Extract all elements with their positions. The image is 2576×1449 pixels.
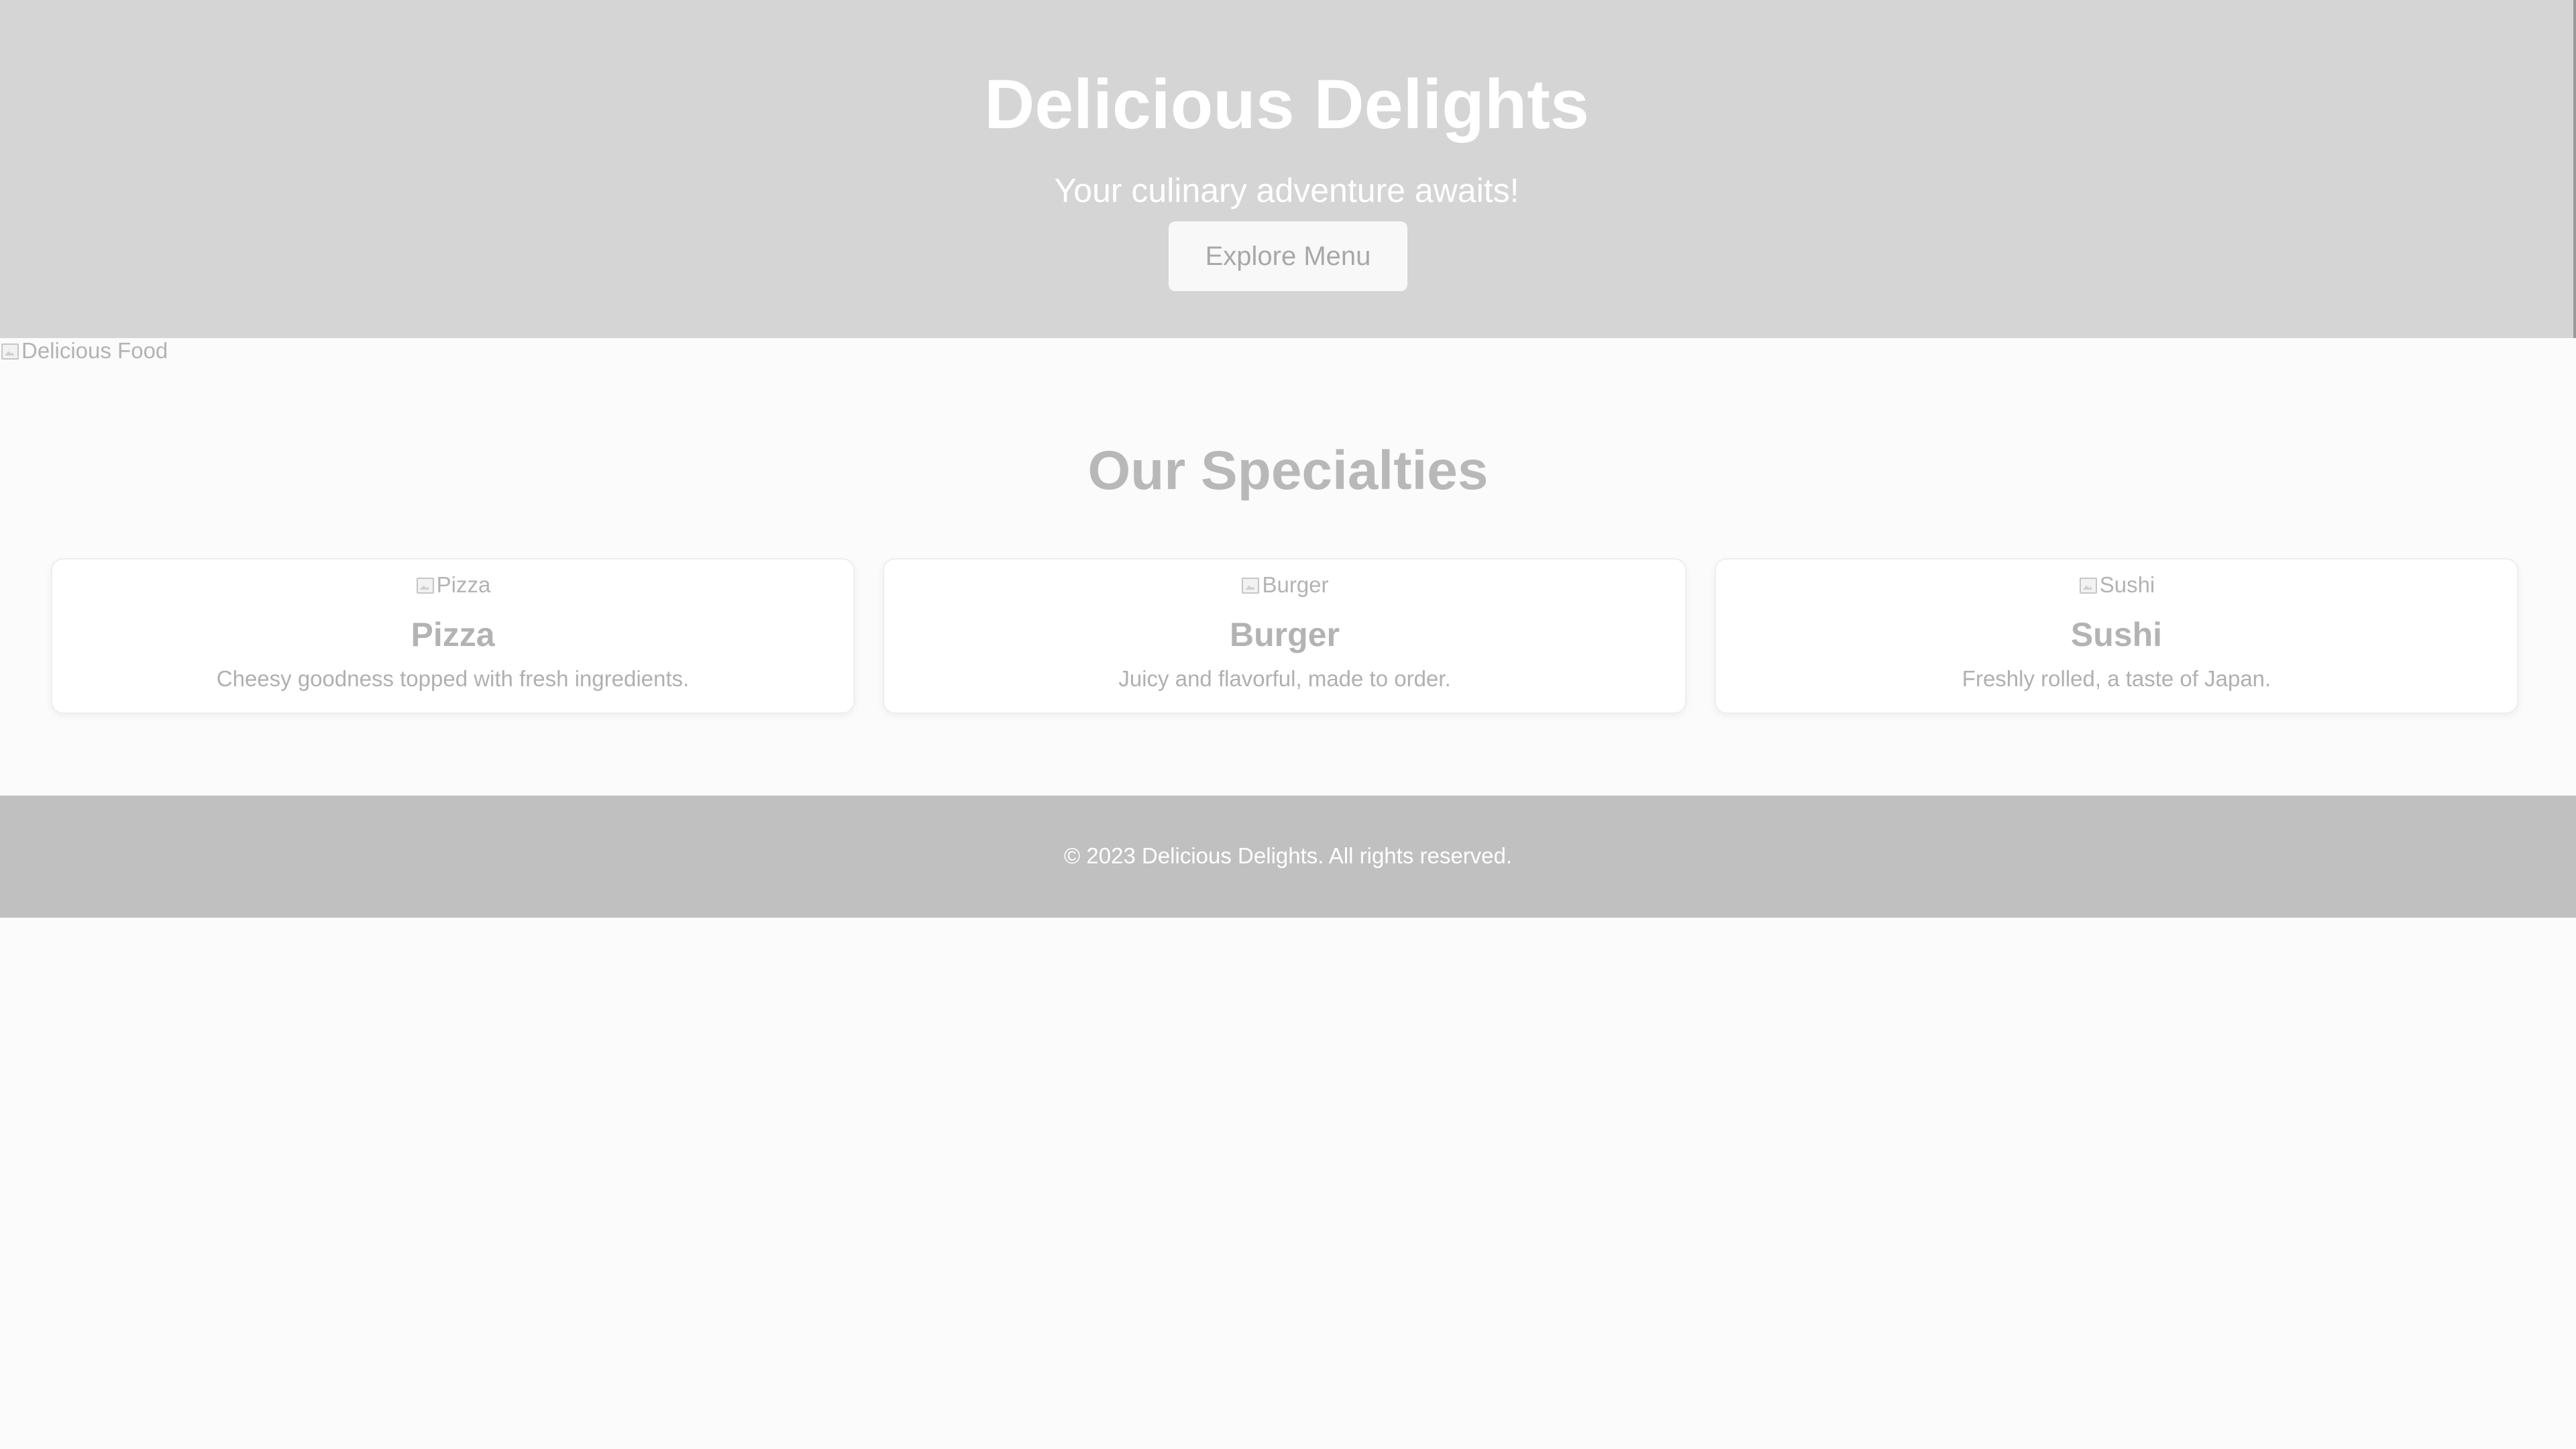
broken-image-icon bbox=[0, 341, 19, 361]
specialty-card-burger: Burger Burger Juicy and flavorful, made … bbox=[883, 558, 1686, 714]
burger-image-alt: Burger bbox=[1262, 572, 1329, 597]
card-description: Juicy and flavorful, made to order. bbox=[1118, 666, 1451, 691]
specialty-card-pizza: Pizza Pizza Cheesy goodness topped with … bbox=[51, 558, 855, 714]
broken-image-icon bbox=[415, 575, 434, 595]
hero-title: Delicious Delights bbox=[984, 66, 1589, 144]
card-title: Sushi bbox=[2070, 616, 2163, 653]
card-title: Pizza bbox=[411, 616, 495, 653]
card-description: Cheesy goodness topped with fresh ingred… bbox=[216, 666, 690, 691]
pizza-image-alt: Pizza bbox=[436, 572, 491, 597]
hero-image: Delicious Food bbox=[0, 337, 168, 364]
specialty-card-sushi: Sushi Sushi Freshly rolled, a taste of J… bbox=[1715, 558, 2518, 714]
broken-image-icon bbox=[2078, 575, 2097, 595]
sushi-image: Sushi bbox=[1716, 572, 2517, 598]
hero-banner: Delicious Delights Your culinary adventu… bbox=[0, 0, 2576, 338]
hero-subtitle: Your culinary adventure awaits! bbox=[1054, 172, 1519, 209]
pizza-image: Pizza bbox=[52, 572, 853, 598]
burger-image: Burger bbox=[884, 572, 1685, 598]
card-description: Freshly rolled, a taste of Japan. bbox=[1962, 666, 2271, 691]
explore-menu-button[interactable]: Explore Menu bbox=[1169, 221, 1407, 291]
hero-image-alt: Delicious Food bbox=[21, 338, 168, 363]
page-footer: © 2023 Delicious Delights. All rights re… bbox=[0, 796, 2576, 918]
footer-copyright: © 2023 Delicious Delights. All rights re… bbox=[1063, 843, 1513, 868]
card-title: Burger bbox=[1230, 616, 1340, 653]
broken-image-icon bbox=[1240, 575, 1260, 595]
sushi-image-alt: Sushi bbox=[2099, 572, 2155, 597]
specialties-title: Our Specialties bbox=[1087, 440, 1489, 501]
